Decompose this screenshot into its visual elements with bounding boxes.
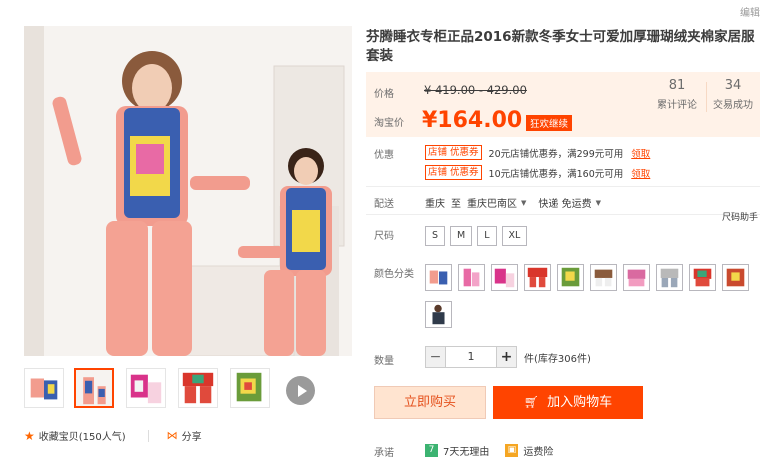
color-swatch[interactable] xyxy=(590,264,617,291)
cart-icon: 🛒︎ xyxy=(523,395,540,409)
shipping-method[interactable]: 快递 免运费 xyxy=(538,195,591,210)
coupon-text: 20元店铺优惠券，满299元可用 xyxy=(488,148,624,160)
share-link[interactable]: 分享 xyxy=(182,428,202,443)
color-swatch[interactable] xyxy=(524,264,551,291)
star-icon: ★ xyxy=(24,428,35,443)
coupon-tag: 店铺 优惠券 xyxy=(425,145,482,160)
price-label: 价格 xyxy=(374,89,394,100)
review-label: 累计评论 xyxy=(657,100,697,111)
buy-now-button[interactable]: 立即购买 xyxy=(374,386,486,419)
popularity-count: (150人气) xyxy=(78,432,126,443)
color-swatch[interactable] xyxy=(689,264,716,291)
shipping-insurance-icon: ▣ xyxy=(505,444,519,457)
size-option-xl[interactable]: XL xyxy=(501,226,528,246)
seven-day-return-icon: 7 xyxy=(425,444,438,457)
play-video-button[interactable] xyxy=(286,376,315,405)
shipping-label: 配送 xyxy=(374,199,394,210)
promise-label: 承诺 xyxy=(374,448,394,459)
coupon-label: 优惠 xyxy=(374,150,394,161)
shipping-origin: 重庆 xyxy=(425,199,445,210)
add-to-cart-button[interactable]: 🛒︎ 加入购物车 xyxy=(493,386,643,419)
claim-coupon-link[interactable]: 领取 xyxy=(631,166,650,180)
color-label: 颜色分类 xyxy=(374,269,414,280)
color-swatch[interactable] xyxy=(557,264,584,291)
quantity-increase-button[interactable]: + xyxy=(496,346,517,368)
color-swatch[interactable] xyxy=(491,264,518,291)
quantity-decrease-button[interactable]: − xyxy=(425,346,446,368)
coupon-2: 店铺 优惠券 10元店铺优惠券，满160元可用 领取 xyxy=(425,165,650,180)
size-option-m[interactable]: M xyxy=(450,226,473,246)
divider xyxy=(147,429,149,442)
quantity-stepper: − 1 + 件(库存306件) xyxy=(425,346,591,368)
color-swatch[interactable] xyxy=(425,264,452,291)
color-swatch[interactable] xyxy=(656,264,683,291)
promise-row: 7 7天无理由 ▣ 运费险 xyxy=(425,443,553,458)
thumbnail-5[interactable] xyxy=(230,368,270,408)
main-product-image[interactable] xyxy=(24,26,352,356)
size-option-s[interactable]: S xyxy=(425,226,446,246)
thumbnail-1[interactable] xyxy=(24,368,64,408)
shipping-row: 重庆 至 重庆巴南区 ▼ 快递 免运费 ▼ xyxy=(425,195,613,211)
price-panel: 价格 ¥ 419.00 - 429.00 淘宝价 ¥164.00 狂欢继续 81… xyxy=(366,72,760,137)
deals-stat: 34 交易成功 xyxy=(703,78,763,111)
collect-share-row: ★ 收藏宝贝 (150人气) ⋈ 分享 xyxy=(24,428,202,444)
size-label: 尺码 xyxy=(374,231,394,242)
share-icon: ⋈ xyxy=(166,429,178,442)
shipping-destination-select[interactable]: 重庆巴南区 xyxy=(467,195,517,210)
favorite-link[interactable]: 收藏宝贝 xyxy=(39,428,79,443)
stock-text: 件(库存306件) xyxy=(524,353,591,365)
coupon-1: 店铺 优惠券 20元店铺优惠券，满299元可用 领取 xyxy=(425,145,650,160)
thumbnail-2[interactable] xyxy=(74,368,114,408)
shipping-to: 至 xyxy=(451,199,461,210)
coupon-tag: 店铺 优惠券 xyxy=(425,165,482,180)
color-swatch[interactable] xyxy=(722,264,749,291)
review-stat[interactable]: 81 累计评论 xyxy=(647,78,707,111)
color-swatch[interactable] xyxy=(458,264,485,291)
chevron-down-icon[interactable]: ▼ xyxy=(521,199,526,207)
promo-price: ¥164.00 xyxy=(422,108,523,133)
add-to-cart-label: 加入购物车 xyxy=(547,395,613,410)
claim-coupon-link[interactable]: 领取 xyxy=(631,146,650,160)
shipping-insurance-text[interactable]: 运费险 xyxy=(523,443,553,458)
section-divider xyxy=(366,186,760,187)
deals-count: 34 xyxy=(724,78,742,93)
thumbnail-3[interactable] xyxy=(126,368,166,408)
color-swatch[interactable] xyxy=(623,264,650,291)
quantity-input[interactable]: 1 xyxy=(446,346,496,368)
edit-link[interactable]: 编辑 xyxy=(740,4,760,19)
coupon-text: 10元店铺优惠券，满160元可用 xyxy=(488,168,624,180)
seven-day-return-text[interactable]: 7天无理由 xyxy=(443,443,489,458)
review-count: 81 xyxy=(668,78,686,93)
thumbnail-4[interactable] xyxy=(178,368,218,408)
color-swatch[interactable] xyxy=(425,301,452,328)
original-price: ¥ 419.00 - 429.00 xyxy=(424,83,527,97)
quantity-label: 数量 xyxy=(374,356,394,367)
promo-price-label: 淘宝价 xyxy=(374,118,404,129)
size-option-l[interactable]: L xyxy=(477,226,497,246)
size-options: S M L XL xyxy=(425,226,532,246)
section-divider xyxy=(366,214,760,215)
deals-label: 交易成功 xyxy=(713,100,753,111)
chevron-down-icon[interactable]: ▼ xyxy=(596,199,601,207)
play-icon xyxy=(297,384,307,397)
size-helper-link[interactable]: 尺码助手 xyxy=(722,210,758,223)
promo-tag: 狂欢继续 xyxy=(526,115,573,131)
product-title: 芬腾睡衣专柜正品2016新款冬季女士可爱加厚珊瑚绒夹棉家居服套装 xyxy=(366,29,755,64)
